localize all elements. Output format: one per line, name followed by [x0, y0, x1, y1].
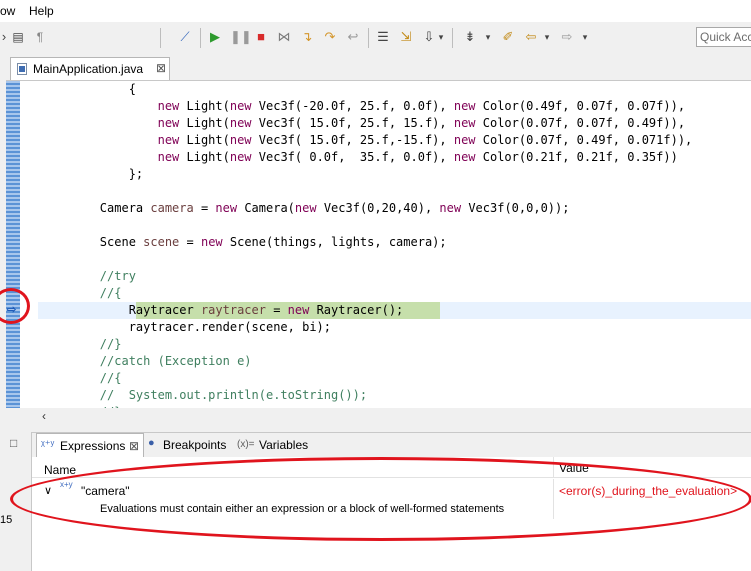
step-return-icon[interactable]: ↩ — [345, 29, 361, 45]
code-line: Camera camera = new Camera(new Vec3f(0,2… — [99, 201, 570, 215]
back-icon[interactable]: ⇦ — [523, 29, 539, 45]
copy-icon[interactable]: ▤ — [10, 29, 26, 45]
drop-to-frame-icon[interactable]: ☰ — [375, 29, 391, 45]
panel-tab-bar: ᵡ⁺ʸ Expressions ⊠ ● Breakpoints (x)= Var… — [32, 432, 751, 457]
code-line: }; — [128, 167, 144, 181]
tab-breakpoints-label: Breakpoints — [163, 438, 227, 452]
close-icon[interactable]: ⊠ — [129, 439, 139, 453]
step-over-icon[interactable]: ↷ — [322, 29, 338, 45]
code-line: //{ — [99, 371, 122, 385]
toolbar: › ▤ ¶ ⟋ ▶ ❚❚ ■ ⋈ ↴ ↷ ↩ ☰ ⇲ ⇩ ▾ ⇟ ▾ ✐ ⇦ ▾… — [0, 22, 751, 54]
annotation-icon[interactable]: ⇟ — [462, 29, 478, 45]
quick-access-input[interactable]: Quick Access — [696, 27, 751, 47]
tab-variables-label: Variables — [259, 438, 309, 452]
close-icon[interactable]: ⊠ — [156, 61, 166, 75]
terminate-icon[interactable]: ■ — [253, 29, 269, 45]
code-line: //try — [99, 269, 136, 283]
last-edit-icon[interactable]: ✐ — [500, 29, 516, 45]
code-line: Raytracer raytracer = new Raytracer(); — [128, 303, 404, 317]
editor-horizontal-scrollbar[interactable]: ‹ — [38, 408, 751, 425]
menu-bar: ow Help — [0, 0, 751, 22]
editor-tab-row: MainApplication.java ⊠ — [6, 54, 751, 80]
annotation-gutter — [6, 81, 20, 408]
left-number: 15 — [0, 514, 13, 526]
red-annotation-ellipse — [10, 457, 751, 541]
code-line: raytracer.render(scene, bi); — [128, 320, 331, 334]
minimize-icon[interactable]: □ — [10, 436, 17, 450]
code-line: //catch (Exception e) — [99, 354, 252, 368]
java-file-icon — [17, 63, 27, 75]
use-step-filters-icon[interactable]: ⇲ — [398, 29, 414, 45]
code-line: new Light(new Vec3f( 15.0f, 25.f, 15.f),… — [157, 116, 686, 130]
code-line: { — [128, 82, 136, 96]
chevron-down-icon[interactable]: ▾ — [433, 29, 449, 45]
code-editor[interactable]: ⇨ { new Light(new Vec3f(-20.0f, 25.f, 0.… — [6, 80, 751, 408]
code-line: Scene scene = new Scene(things, lights, … — [99, 235, 447, 249]
expressions-icon: ᵡ⁺ʸ — [41, 439, 55, 451]
suspend-icon[interactable]: ❚❚ — [230, 29, 252, 45]
vertical-ruler — [20, 81, 38, 408]
step-into-icon[interactable]: ↴ — [299, 29, 315, 45]
code-line: new Light(new Vec3f(-20.0f, 25.f, 0.0f),… — [157, 99, 686, 113]
forward-icon[interactable]: ⇨ — [559, 29, 575, 45]
tab-expressions-label: Expressions — [60, 439, 126, 453]
tab-label: MainApplication.java — [33, 62, 144, 76]
code-line: // System.out.println(e.toString()); — [99, 388, 368, 402]
tab-expressions[interactable]: ᵡ⁺ʸ Expressions ⊠ — [36, 433, 144, 457]
scroll-left-icon[interactable]: ‹ — [42, 409, 46, 423]
tab-breakpoints[interactable]: ● Breakpoints — [145, 433, 232, 457]
variables-icon: (x)= — [237, 439, 255, 450]
disconnect-icon[interactable]: ⋈ — [276, 29, 292, 45]
code-line: //{ — [99, 286, 122, 300]
chevron-down-icon[interactable]: ▾ — [539, 29, 555, 45]
code-line: //} — [99, 337, 122, 351]
tab-main-application[interactable]: MainApplication.java ⊠ — [10, 57, 170, 80]
tab-variables[interactable]: (x)= Variables — [235, 433, 310, 457]
breakpoints-icon: ● — [148, 437, 155, 449]
menu-help[interactable]: Help — [29, 4, 54, 18]
chevron-down-icon[interactable]: ▾ — [480, 29, 496, 45]
code-line: new Light(new Vec3f( 0.0f, 35.f, 0.0f), … — [157, 150, 678, 164]
paragraph-icon[interactable]: ¶ — [32, 29, 48, 45]
resume-icon[interactable]: ▶ — [207, 29, 223, 45]
code-line: new Light(new Vec3f( 15.0f, 25.f,-15.f),… — [157, 133, 693, 147]
chevron-down-icon[interactable]: ▾ — [577, 29, 593, 45]
skip-breakpoints-icon[interactable]: ⟋ — [177, 29, 193, 45]
menu-window[interactable]: ow — [0, 4, 15, 18]
